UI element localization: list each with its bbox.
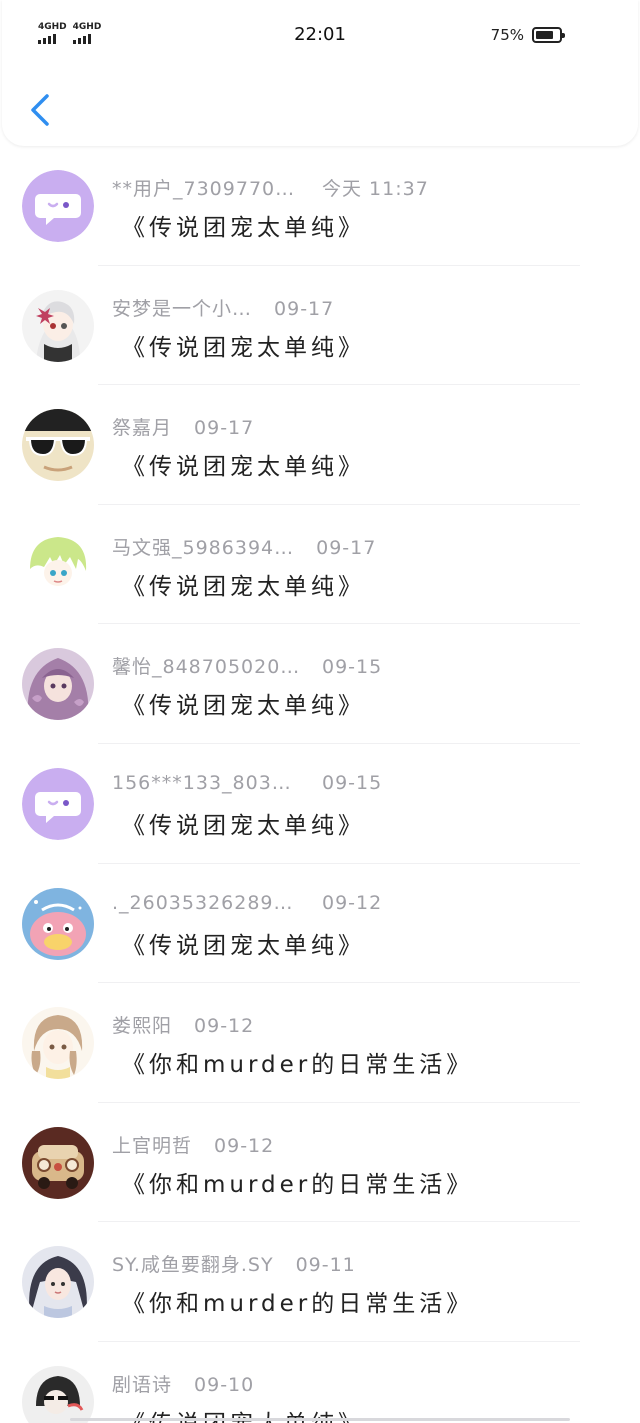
- list-item-meta: ._26035326289288… 09-12: [112, 892, 382, 914]
- list-item-meta: 上官明哲 09-12: [112, 1131, 274, 1158]
- book-title[interactable]: 《你和murder的日常生活》: [122, 1045, 473, 1079]
- reader-list: **用户_73097709… 今天 11:37 《传说团宠太单纯》 安梦是一个小… 0…: [0, 146, 640, 1423]
- list-item[interactable]: **用户_73097709… 今天 11:37 《传说团宠太单纯》: [0, 146, 640, 266]
- list-item[interactable]: 剧语诗09-10《传说团宠太单纯》: [0, 1342, 640, 1423]
- timestamp: 09-12: [194, 1015, 255, 1038]
- list-item-meta: **用户_73097709… 今天 11:37: [112, 174, 429, 201]
- list-item[interactable]: 祭嘉月 09-17 《传说团宠太单纯》: [0, 385, 640, 505]
- list-item-meta: 马文强_5986394… 09-17: [112, 533, 376, 560]
- book-title[interactable]: 《传说团宠太单纯》: [122, 447, 365, 481]
- book-title[interactable]: 《传说团宠太单纯》: [122, 806, 365, 840]
- avatar[interactable]: [22, 289, 94, 362]
- list-item-meta: 祭嘉月 09-17: [112, 413, 254, 440]
- username[interactable]: 剧语诗: [112, 1370, 172, 1397]
- horizontal-scrollbar[interactable]: [70, 1418, 570, 1421]
- username[interactable]: 娄熙阳: [112, 1011, 172, 1038]
- book-title[interactable]: 《你和murder的日常生活》: [122, 1165, 473, 1199]
- list-item-meta: 馨怡_848705020… 09-15: [112, 652, 382, 679]
- username[interactable]: 马文强_5986394…: [112, 533, 294, 560]
- page: 4GHD 4GHD 22:01 75% **用户_73097709… 今天 11…: [0, 0, 640, 1423]
- battery-fill: [536, 31, 553, 39]
- avatar[interactable]: [22, 648, 94, 721]
- username[interactable]: SY.咸鱼要翻身.SY: [112, 1250, 274, 1277]
- timestamp: 09-15: [322, 656, 383, 679]
- timestamp: 09-11: [295, 1254, 356, 1277]
- username[interactable]: **用户_73097709…: [112, 174, 300, 201]
- username[interactable]: ._26035326289288…: [112, 892, 300, 914]
- book-title[interactable]: 《传说团宠太单纯》: [122, 328, 365, 362]
- username[interactable]: 156***133_803337…: [112, 772, 300, 794]
- timestamp: 09-12: [214, 1134, 275, 1157]
- username[interactable]: 馨怡_848705020…: [112, 652, 300, 679]
- avatar[interactable]: [22, 767, 94, 840]
- timestamp: 09-17: [316, 536, 377, 559]
- timestamp: 09-12: [322, 891, 383, 914]
- list-item-meta: SY.咸鱼要翻身.SY 09-11: [112, 1250, 356, 1277]
- list-item[interactable]: 安梦是一个小… 09-17 《传说团宠太单纯》: [0, 266, 640, 386]
- battery-icon: [532, 27, 565, 43]
- list-item[interactable]: 156***133_803337… 09-15 《传说团宠太单纯》: [0, 744, 640, 864]
- status-bar: 4GHD 4GHD 22:01 75%: [2, 0, 638, 70]
- timestamp: 09-17: [194, 417, 255, 440]
- list-item-meta: 剧语诗 09-10: [112, 1370, 254, 1397]
- timestamp: 09-17: [274, 297, 335, 320]
- book-title[interactable]: 《传说团宠太单纯》: [122, 926, 365, 960]
- book-title[interactable]: 《传说团宠太单纯》: [122, 686, 365, 720]
- list-item[interactable]: 马文强_5986394… 09-17 《传说团宠太单纯》: [0, 505, 640, 625]
- list-item[interactable]: 上官明哲 09-12 《你和murder的日常生活》: [0, 1103, 640, 1223]
- timestamp: 09-15: [322, 771, 383, 794]
- avatar[interactable]: [22, 1007, 94, 1080]
- timestamp: 09-10: [194, 1373, 255, 1396]
- username[interactable]: 祭嘉月: [112, 413, 172, 440]
- battery-percent: 75%: [490, 26, 524, 44]
- list-item-meta: 156***133_803337… 09-15: [112, 772, 382, 794]
- list-item[interactable]: ._26035326289288… 09-12 《传说团宠太单纯》: [0, 864, 640, 984]
- battery-indicator: 75%: [490, 26, 565, 44]
- chevron-left-icon: [31, 94, 49, 126]
- back-button[interactable]: [20, 88, 60, 132]
- avatar[interactable]: [22, 170, 94, 242]
- book-title[interactable]: 《传说团宠太单纯》: [122, 208, 365, 242]
- list-item[interactable]: SY.咸鱼要翻身.SY 09-11 《你和murder的日常生活》: [0, 1222, 640, 1342]
- list-item-meta: 娄熙阳 09-12: [112, 1011, 254, 1038]
- avatar[interactable]: [22, 1365, 94, 1423]
- avatar[interactable]: [22, 887, 94, 960]
- username[interactable]: 安梦是一个小…: [112, 294, 252, 321]
- list-item[interactable]: 馨怡_848705020… 09-15 《传说团宠太单纯》: [0, 624, 640, 744]
- avatar[interactable]: [22, 1246, 94, 1319]
- avatar[interactable]: [22, 528, 94, 601]
- timestamp: 今天 11:37: [322, 178, 429, 200]
- header: 4GHD 4GHD 22:01 75%: [2, 0, 638, 146]
- list-item-meta: 安梦是一个小… 09-17: [112, 294, 334, 321]
- avatar[interactable]: [22, 409, 94, 482]
- username[interactable]: 上官明哲: [112, 1131, 192, 1158]
- book-title[interactable]: 《你和murder的日常生活》: [122, 1284, 473, 1318]
- list-item[interactable]: 娄熙阳 09-12 《你和murder的日常生活》: [0, 983, 640, 1103]
- book-title[interactable]: 《传说团宠太单纯》: [122, 567, 365, 601]
- avatar[interactable]: [22, 1126, 94, 1199]
